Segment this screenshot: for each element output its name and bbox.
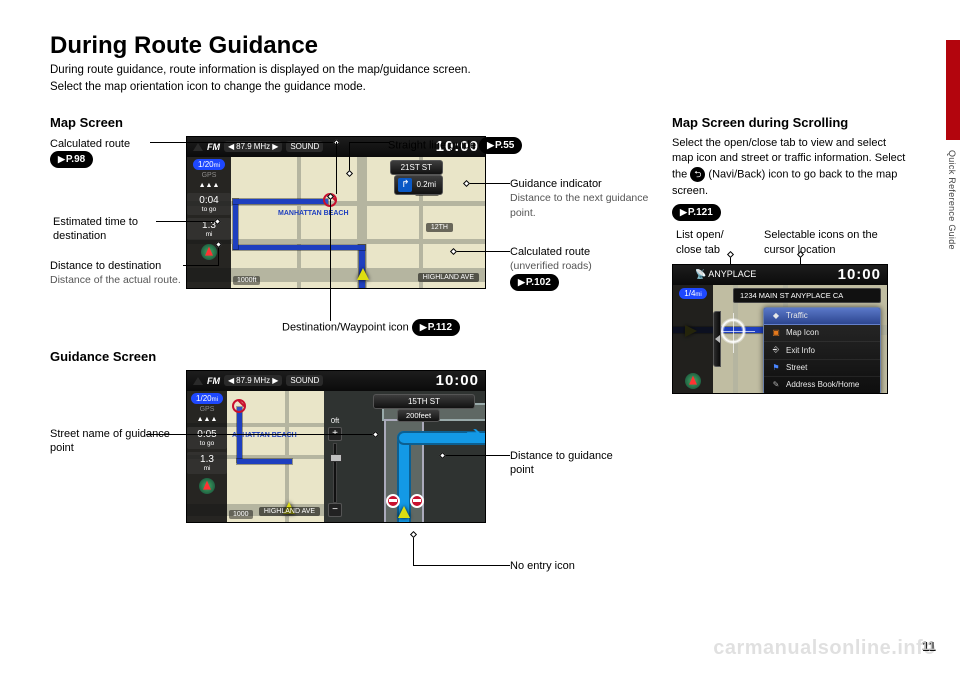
map-screen-heading: Map Screen xyxy=(50,115,650,130)
fm-label: FM xyxy=(207,142,220,152)
menu-street[interactable]: ⚑Street xyxy=(764,360,880,377)
scroll-heading: Map Screen during Scrolling xyxy=(672,115,910,130)
callout-calc-unv: Calculated route (unverified roads) ▶P.1… xyxy=(510,245,660,292)
zoom-out-button[interactable]: − xyxy=(328,503,342,517)
scroll-sidebar: 1/4mi xyxy=(673,285,713,393)
scroll-screenshot: 📡 ANYPLACE 10:00 1/4mi xyxy=(672,264,888,394)
menu-exit-info[interactable]: ⎆Exit Info xyxy=(764,342,880,360)
car-icon-3 xyxy=(398,506,410,518)
traffic-diamond-icon: ◆ xyxy=(771,311,781,320)
gps-label: GPS xyxy=(187,171,231,181)
freq-value: 87.9 xyxy=(236,142,252,151)
next-street-pill: 21ST ST xyxy=(390,160,443,175)
freq-unit: MHz xyxy=(254,142,270,151)
compass-icon-2[interactable] xyxy=(199,478,215,494)
sound-icon xyxy=(193,143,203,151)
zoom-column[interactable]: 0ft + − xyxy=(327,416,343,519)
ave-label: HIGHLAND AVE xyxy=(418,273,479,282)
street-pill-2: 15TH ST xyxy=(373,394,475,409)
left-column: Map Screen FM ◀ 87.9 MHz ▶ SOUND 10:00 xyxy=(50,115,650,523)
menu-traffic[interactable]: ◆Traffic xyxy=(764,308,880,325)
status-bar-3: 📡 ANYPLACE 10:00 xyxy=(673,265,887,285)
compass-icon[interactable] xyxy=(201,244,217,260)
feet-pill: 200feet xyxy=(397,409,440,422)
fm-label-2: FM xyxy=(207,376,220,386)
right-column: Map Screen during Scrolling Select the o… xyxy=(672,115,910,523)
compass-icon-3[interactable] xyxy=(685,373,701,389)
scale-pill: 1000ft xyxy=(233,276,260,285)
next-dist: 0.2mi xyxy=(416,180,436,189)
exit-info-icon: ⎆ xyxy=(771,345,781,355)
cursor-menu[interactable]: ◆Traffic ▣Map Icon ⎆Exit Info ⚑Street ✎A… xyxy=(763,307,881,394)
status-clock-2: 10:00 xyxy=(436,372,479,389)
callout-straight-line: Straight line guide ▶P.55 xyxy=(388,137,522,154)
callout-list-tab: List open/ close tab xyxy=(676,228,746,258)
cursor-ring xyxy=(721,319,745,343)
car-icon xyxy=(357,268,369,280)
intro-line-1: During route guidance, route information… xyxy=(50,62,910,79)
guidance-sidebar: 1/20mi GPS ▲▲▲ 0:05to go 1.3mi xyxy=(187,391,227,522)
callout-selectable: Selectable icons on the cursor location xyxy=(764,228,904,258)
freq-button-2[interactable]: ◀ 87.9 MHz ▶ xyxy=(224,375,282,386)
callout-est-time: Estimated time to destination xyxy=(53,215,173,245)
status-bar-2: FM ◀ 87.9 MHz ▶ SOUND 10:00 xyxy=(187,371,485,391)
callout-no-entry: No entry icon xyxy=(510,559,630,574)
address-bar: 1234 MAIN ST ANYPLACE CA xyxy=(733,288,881,303)
beach-label: MANHATTAN BEACH xyxy=(273,209,354,218)
no-entry-icon-2 xyxy=(410,494,424,508)
st-12th-label: 12TH xyxy=(426,223,453,232)
beach-label-2: ANHATTAN BEACH xyxy=(227,431,302,440)
menu-addr-book[interactable]: ✎Address Book/Home xyxy=(764,377,880,394)
menu-map-icon[interactable]: ▣Map Icon xyxy=(764,325,880,342)
scroll-desc: Select the open/close tab to view and se… xyxy=(672,136,910,200)
list-open-tab[interactable] xyxy=(713,311,721,367)
addr-book-icon: ✎ xyxy=(771,380,781,389)
destination-icon-2 xyxy=(232,399,246,413)
page-title: During Route Guidance xyxy=(50,32,910,60)
guidance-screenshot: FM ◀ 87.9 MHz ▶ SOUND 10:00 xyxy=(186,370,486,523)
navi-back-icon: ⮌ xyxy=(690,167,705,182)
pref-p102: ▶P.102 xyxy=(510,274,559,291)
street-flag-icon: ⚑ xyxy=(771,363,781,372)
guidance-screen-heading: Guidance Screen xyxy=(50,349,650,364)
pref-p112: ▶P.112 xyxy=(412,319,460,336)
sound-button[interactable]: SOUND xyxy=(286,141,323,152)
callout-dest-icon: Destination/Waypoint icon ▶P.112 xyxy=(282,319,460,336)
range-pill[interactable]: 1/20mi xyxy=(193,159,225,170)
pref-p121: ▶P.121 xyxy=(672,204,721,221)
turn-arrow-icon: ↱ xyxy=(398,178,412,192)
page-number: 11 11 xyxy=(922,639,936,654)
callout-guidance-ind: Guidance indicator Distance to the next … xyxy=(510,177,660,222)
pref-p55: ▶P.55 xyxy=(479,137,522,154)
guidance-pill: ↱ 0.2mi xyxy=(394,175,443,195)
range-pill-3[interactable]: 1/4mi xyxy=(679,288,706,299)
side-tab-text: Quick Reference Guide xyxy=(943,150,957,350)
anyplace-top: 📡 ANYPLACE xyxy=(695,269,756,280)
sound-button-2[interactable]: SOUND xyxy=(286,375,323,386)
ave-label-2: HIGHLAND AVE xyxy=(259,507,320,516)
range-pill-2[interactable]: 1/20mi xyxy=(191,393,223,404)
scale-pill-2: 1000 xyxy=(229,510,253,519)
intro-line-2: Select the map orientation icon to chang… xyxy=(50,79,910,96)
sound-icon-2 xyxy=(193,377,203,385)
map-icon-icon: ▣ xyxy=(771,328,781,337)
callout-street-name: Street name of guidance point xyxy=(50,427,170,457)
eta-cell: 0:04 to go xyxy=(187,193,231,215)
pref-p98: ▶P.98 xyxy=(50,151,93,168)
map-sidebar: 1/20mi GPS ▲▲▲ 0:04 to go 1.3 mi xyxy=(187,157,231,288)
status-clock-3: 10:00 xyxy=(838,266,881,283)
watermark: carmanualsonline.info xyxy=(713,637,936,660)
freq-button[interactable]: ◀ 87.9 MHz ▶ xyxy=(224,141,282,152)
callout-dist-to: Distance to guidance point xyxy=(510,449,630,479)
side-tab-marker xyxy=(946,40,960,140)
callout-dist-dest: Distance to destination Distance of the … xyxy=(50,259,190,289)
